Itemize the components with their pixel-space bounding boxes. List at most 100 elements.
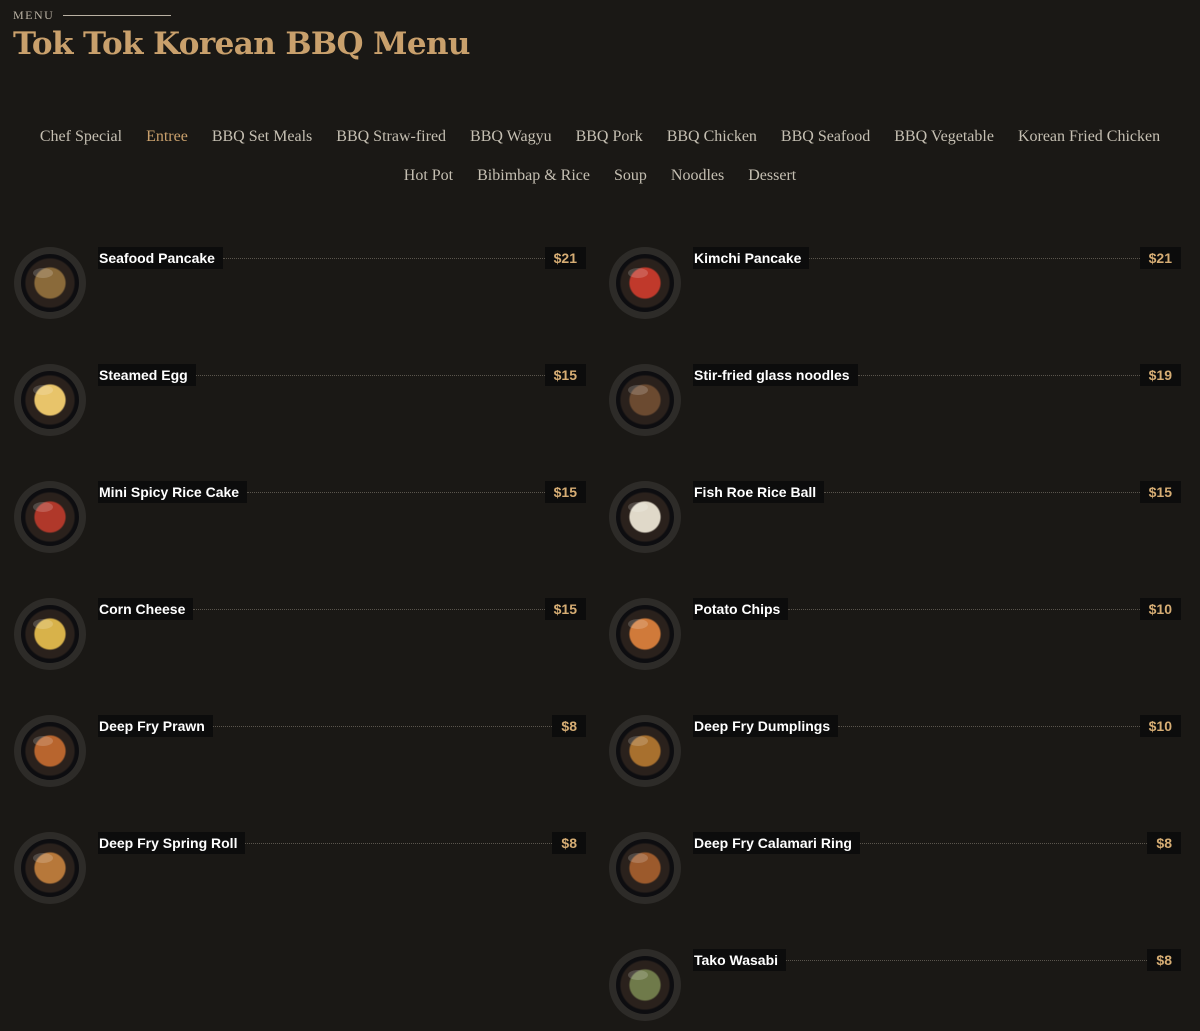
- item-name: Stir-fried glass noodles: [693, 364, 858, 386]
- leader-dots: [193, 608, 545, 610]
- category-nav-row-2: Hot Pot Bibimbap & Rice Soup Noodles Des…: [0, 156, 1200, 195]
- leader-dots: [809, 257, 1140, 259]
- leader-dots: [212, 725, 553, 727]
- eyebrow-divider: [63, 15, 172, 16]
- item-price: $8: [1147, 832, 1181, 854]
- menu-item[interactable]: Deep Fry Calamari Ring $8: [609, 832, 1181, 912]
- tab-chef-special[interactable]: Chef Special: [28, 128, 134, 146]
- tab-bbq-set-meals[interactable]: BBQ Set Meals: [200, 128, 324, 146]
- menu-item[interactable]: Fish Roe Rice Ball $15: [609, 481, 1181, 561]
- item-price: $15: [1139, 481, 1181, 503]
- tab-entree[interactable]: Entree: [134, 128, 200, 146]
- tab-bbq-chicken[interactable]: BBQ Chicken: [655, 128, 769, 146]
- dish-photo-image: [616, 371, 674, 429]
- dish-photo-image: [21, 254, 79, 312]
- eyebrow-label: MENU: [13, 8, 55, 22]
- item-price: $10: [1139, 598, 1181, 620]
- category-nav: Chef Special Entree BBQ Set Meals BBQ St…: [0, 117, 1200, 195]
- item-price: $15: [544, 481, 586, 503]
- tab-soup[interactable]: Soup: [602, 167, 659, 185]
- item-name: Steamed Egg: [98, 364, 196, 386]
- menu-item[interactable]: Deep Fry Spring Roll $8: [14, 832, 586, 912]
- item-name: Tako Wasabi: [693, 949, 787, 971]
- dish-photo: [609, 949, 681, 1021]
- item-price: $15: [544, 598, 586, 620]
- dish-photo: [14, 598, 86, 670]
- leader-dots: [195, 374, 545, 376]
- dish-photo-image: [616, 254, 674, 312]
- tab-bbq-vegetable[interactable]: BBQ Vegetable: [882, 128, 1006, 146]
- leader-dots: [838, 725, 1140, 727]
- dish-photo: [609, 364, 681, 436]
- dish-photo-image: [21, 722, 79, 780]
- leader-dots: [788, 608, 1140, 610]
- dish-photo-image: [21, 488, 79, 546]
- tab-hot-pot[interactable]: Hot Pot: [392, 167, 465, 185]
- tab-bbq-seafood[interactable]: BBQ Seafood: [769, 128, 882, 146]
- item-name: Potato Chips: [693, 598, 789, 620]
- leader-dots: [222, 257, 545, 259]
- item-name: Kimchi Pancake: [693, 247, 810, 269]
- item-name: Fish Roe Rice Ball: [693, 481, 825, 503]
- menu-item[interactable]: Deep Fry Dumplings $10: [609, 715, 1181, 795]
- leader-dots: [247, 491, 545, 493]
- dish-photo-image: [616, 605, 674, 663]
- dish-photo: [609, 715, 681, 787]
- menu-item[interactable]: Seafood Pancake $21: [14, 247, 586, 327]
- item-price: $21: [1139, 247, 1181, 269]
- menu-item[interactable]: Mini Spicy Rice Cake $15: [14, 481, 586, 561]
- item-price: $21: [544, 247, 586, 269]
- tab-korean-fried-chicken[interactable]: Korean Fried Chicken: [1006, 128, 1172, 146]
- eyebrow: MENU: [13, 8, 470, 23]
- item-price: $19: [1139, 364, 1181, 386]
- item-name: Deep Fry Prawn: [98, 715, 213, 737]
- dish-photo: [14, 247, 86, 319]
- item-price: $8: [1147, 949, 1181, 971]
- menu-item[interactable]: Potato Chips $10: [609, 598, 1181, 678]
- item-name: Mini Spicy Rice Cake: [98, 481, 248, 503]
- menu-item[interactable]: Steamed Egg $15: [14, 364, 586, 444]
- item-name: Corn Cheese: [98, 598, 194, 620]
- dish-photo-image: [21, 839, 79, 897]
- dish-photo: [14, 364, 86, 436]
- dish-photo: [609, 481, 681, 553]
- dish-photo-image: [616, 839, 674, 897]
- dish-photo: [609, 598, 681, 670]
- tab-bbq-pork[interactable]: BBQ Pork: [564, 128, 655, 146]
- menu-item[interactable]: Kimchi Pancake $21: [609, 247, 1181, 327]
- tab-bbq-wagyu[interactable]: BBQ Wagyu: [458, 128, 564, 146]
- dish-photo: [14, 481, 86, 553]
- page-header: MENU Tok Tok Korean BBQ Menu: [13, 8, 470, 62]
- menu-item[interactable]: Corn Cheese $15: [14, 598, 586, 678]
- dish-photo: [609, 247, 681, 319]
- tab-noodles[interactable]: Noodles: [659, 167, 736, 185]
- dish-photo-image: [616, 722, 674, 780]
- dish-photo-image: [616, 956, 674, 1014]
- item-price: $8: [552, 832, 586, 854]
- leader-dots: [859, 842, 1148, 844]
- item-name: Deep Fry Spring Roll: [98, 832, 246, 854]
- item-price: $10: [1139, 715, 1181, 737]
- page-title: Tok Tok Korean BBQ Menu: [13, 26, 470, 62]
- leader-dots: [245, 842, 553, 844]
- tab-bbq-straw-fired[interactable]: BBQ Straw-fired: [324, 128, 458, 146]
- item-name: Deep Fry Calamari Ring: [693, 832, 860, 854]
- dish-photo: [14, 715, 86, 787]
- tab-dessert[interactable]: Dessert: [736, 167, 808, 185]
- item-price: $15: [544, 364, 586, 386]
- item-price: $8: [552, 715, 586, 737]
- item-name: Deep Fry Dumplings: [693, 715, 839, 737]
- leader-dots: [824, 491, 1140, 493]
- menu-item[interactable]: Tako Wasabi $8: [609, 949, 1181, 1029]
- dish-photo: [14, 832, 86, 904]
- menu-item[interactable]: Deep Fry Prawn $8: [14, 715, 586, 795]
- dish-photo-image: [21, 605, 79, 663]
- item-name: Seafood Pancake: [98, 247, 223, 269]
- menu-item[interactable]: Stir-fried glass noodles $19: [609, 364, 1181, 444]
- leader-dots: [786, 959, 1148, 961]
- dish-photo-image: [21, 371, 79, 429]
- tab-bibimbap-rice[interactable]: Bibimbap & Rice: [465, 167, 602, 185]
- category-nav-row-1: Chef Special Entree BBQ Set Meals BBQ St…: [0, 117, 1200, 156]
- dish-photo-image: [616, 488, 674, 546]
- dish-photo: [609, 832, 681, 904]
